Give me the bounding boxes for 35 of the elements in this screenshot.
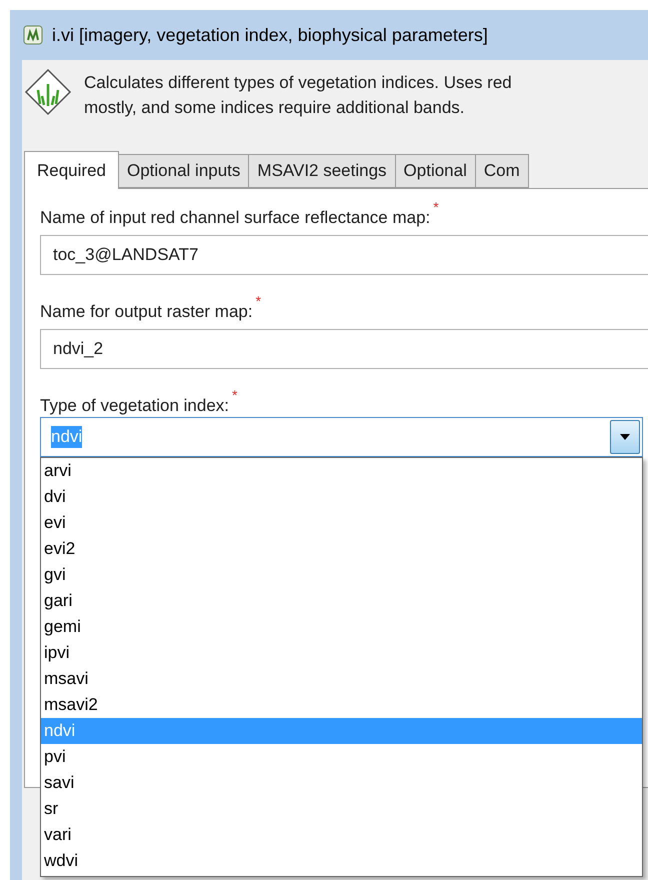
required-mark: * bbox=[256, 292, 262, 311]
dropdown-option[interactable]: msavi bbox=[41, 666, 642, 692]
field-label: Name for output raster map: bbox=[40, 301, 253, 323]
dropdown-option[interactable]: dvi bbox=[41, 484, 642, 510]
window-title: i.vi [imagery, vegetation index, biophysical parameters] bbox=[52, 24, 488, 47]
required-mark: * bbox=[433, 198, 439, 217]
app-icon bbox=[22, 24, 44, 46]
dropdown-option[interactable]: msavi2 bbox=[41, 692, 642, 718]
caret-icon bbox=[620, 434, 630, 440]
dropdown-option[interactable]: evi2 bbox=[41, 536, 642, 562]
description-text: Calculates different types of vegetation indices. Uses red mostly, and some indices require additional bands. bbox=[84, 72, 512, 119]
dropdown-option[interactable]: arvi bbox=[41, 458, 642, 484]
dropdown-option[interactable]: vari bbox=[41, 822, 642, 848]
dropdown-option[interactable]: pvi bbox=[41, 744, 642, 770]
field-label: Type of vegetation index: bbox=[40, 395, 230, 417]
dropdown-option[interactable]: gemi bbox=[41, 614, 642, 640]
required-mark: * bbox=[232, 386, 238, 405]
text-field[interactable]: ndvi_2 bbox=[40, 329, 648, 369]
dropdown-option[interactable]: gvi bbox=[41, 562, 642, 588]
dropdown-option[interactable]: evi bbox=[41, 510, 642, 536]
tab[interactable]: Required bbox=[24, 151, 119, 189]
tab[interactable]: Optional inputs bbox=[119, 154, 250, 188]
tab[interactable]: MSAVI2 seetings bbox=[249, 154, 396, 188]
text-field[interactable]: toc_3@LANDSAT7 bbox=[40, 235, 648, 275]
grass-diamond-icon bbox=[24, 68, 72, 116]
tab[interactable]: Com bbox=[476, 154, 529, 188]
dropdown-option[interactable]: ipvi bbox=[41, 640, 642, 666]
dropdown-value: ndvi bbox=[51, 426, 82, 448]
field-label: Name of input red channel surface reflectance map: bbox=[40, 207, 430, 229]
tab[interactable]: Optional bbox=[396, 154, 476, 188]
dropdown-option[interactable]: gari bbox=[41, 588, 642, 614]
dropdown-option[interactable]: wdvi bbox=[41, 848, 642, 874]
dropdown-arrow-button[interactable] bbox=[610, 420, 640, 454]
dropdown-option[interactable]: sr bbox=[41, 796, 642, 822]
dropdown-option[interactable]: savi bbox=[41, 770, 642, 796]
